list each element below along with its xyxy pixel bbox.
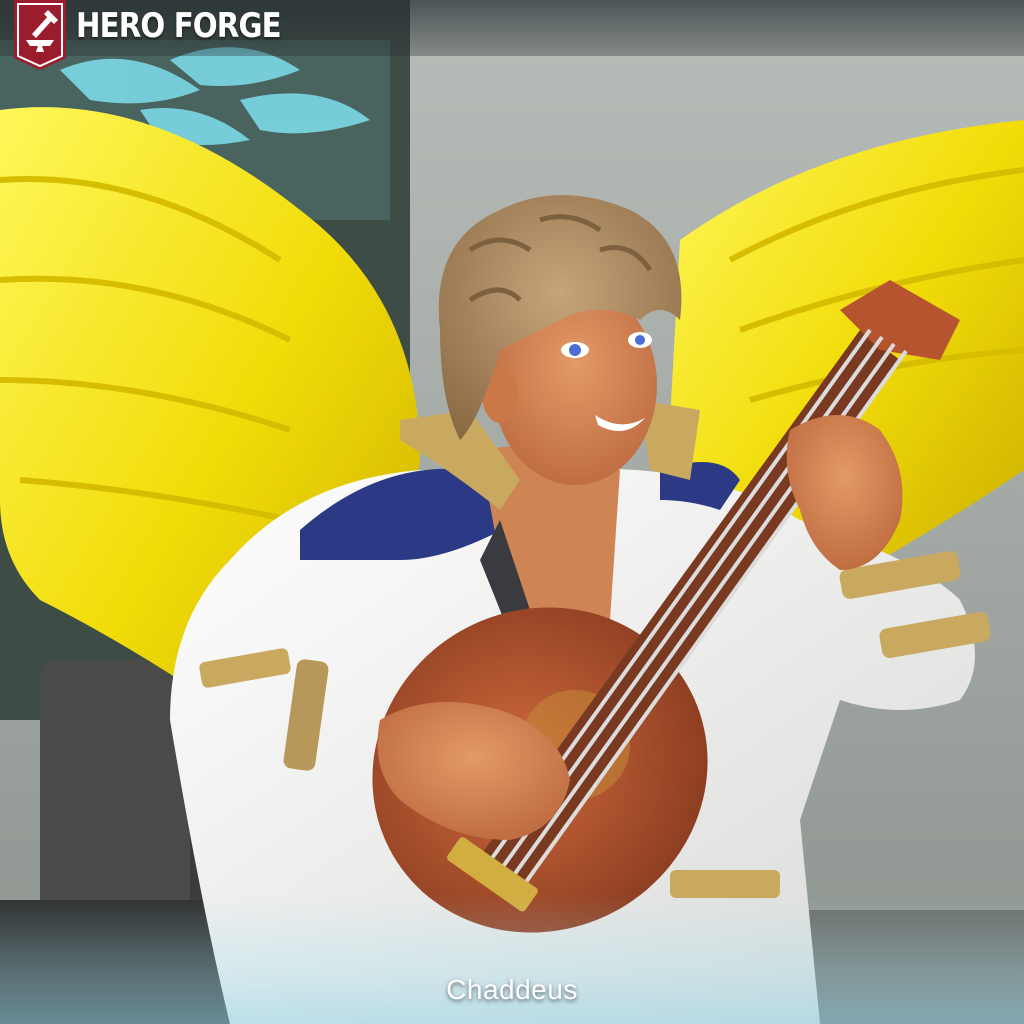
character-name: Chaddeus — [446, 974, 578, 1005]
hero-forge-logo[interactable]: HERO FORGE — [14, 0, 314, 70]
hero-forge-viewer: HERO FORGE Chaddeus — [0, 0, 1024, 1024]
character-render — [0, 0, 1024, 1024]
brand-name: HERO FORGE — [76, 6, 282, 46]
anvil-hammer-icon — [14, 0, 66, 70]
